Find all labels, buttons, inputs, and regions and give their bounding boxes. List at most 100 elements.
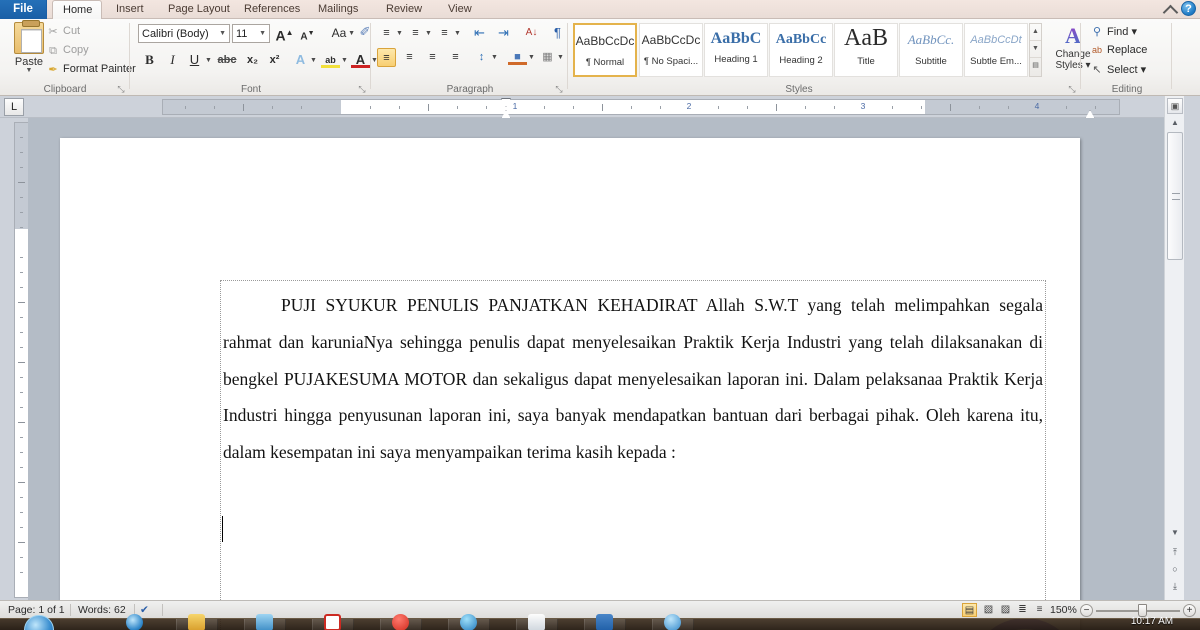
cut-button[interactable]: ✂ Cut — [46, 25, 80, 38]
align-right-button[interactable]: ≡ — [423, 48, 442, 67]
tab-home[interactable]: Home — [52, 0, 102, 20]
internet-explorer-icon[interactable] — [126, 614, 143, 630]
multilevel-dropdown-arrow[interactable]: ▼ — [454, 24, 461, 43]
bullets-button[interactable]: ≡ — [377, 24, 396, 43]
next-page-button[interactable]: ⤓ — [1167, 579, 1183, 594]
clipboard-dialog-launcher[interactable]: ⤡ — [116, 84, 126, 94]
tab-file[interactable]: File — [0, 0, 47, 19]
document-paragraph[interactable]: PUJI SYUKUR PENULIS PANJATKAN KEHADIRAT … — [221, 281, 1045, 471]
styles-dialog-launcher[interactable]: ⤡ — [1067, 84, 1077, 94]
scrollbar-thumb[interactable] — [1167, 132, 1183, 260]
bold-button[interactable]: B — [140, 51, 159, 70]
tab-page-layout[interactable]: Page Layout — [158, 0, 240, 19]
paste-button[interactable]: Paste ▼ — [8, 20, 50, 74]
browser-icon[interactable] — [460, 614, 477, 630]
shrink-font-button[interactable]: A▼ — [298, 25, 317, 44]
tab-references[interactable]: References — [234, 0, 310, 19]
horizontal-ruler[interactable]: 1 2 3 4 — [162, 98, 1120, 123]
help-icon[interactable]: ? — [1181, 1, 1196, 16]
tab-insert[interactable]: Insert — [106, 0, 154, 19]
first-line-indent-marker[interactable] — [501, 98, 511, 107]
styles-scroll-up-button[interactable]: ▲ — [1030, 24, 1041, 41]
app-icon[interactable] — [664, 614, 681, 630]
tab-view[interactable]: View — [438, 0, 482, 19]
view-web-layout-button[interactable]: ▨ — [998, 603, 1013, 617]
view-draft-button[interactable]: ≡ — [1032, 603, 1047, 617]
previous-page-button[interactable]: ⤒ — [1167, 545, 1183, 560]
underline-dropdown-arrow[interactable]: ▼ — [205, 51, 212, 70]
align-left-button[interactable]: ≡ — [377, 48, 396, 67]
sort-button[interactable]: A↓ — [522, 24, 541, 43]
view-full-screen-reading-button[interactable]: ▧ — [981, 603, 996, 617]
tab-mailings[interactable]: Mailings — [308, 0, 368, 19]
view-outline-button[interactable]: ≣ — [1015, 603, 1030, 617]
zoom-level[interactable]: 150% — [1050, 603, 1077, 617]
vertical-ruler[interactable] — [14, 122, 29, 598]
decrease-indent-button[interactable]: ⇤ — [470, 24, 489, 43]
superscript-button[interactable]: x² — [265, 51, 284, 70]
subscript-button[interactable]: x₂ — [243, 51, 262, 70]
tab-stop-selector[interactable]: L — [4, 98, 24, 116]
vertical-scrollbar[interactable]: ▣ ▲ ▼ ⤒ ○ ⤓ — [1164, 96, 1184, 600]
multilevel-list-button[interactable]: ≡ — [435, 24, 454, 43]
align-center-button[interactable]: ≡ — [400, 48, 419, 67]
folder-icon[interactable] — [188, 614, 205, 630]
line-spacing-dropdown-arrow[interactable]: ▼ — [491, 48, 498, 67]
paste-dropdown-arrow[interactable]: ▼ — [8, 67, 50, 74]
strikethrough-button[interactable]: abc — [215, 51, 239, 70]
style-heading-1[interactable]: AaBbC Heading 1 — [704, 23, 768, 77]
chevron-down-icon[interactable]: ▼ — [259, 25, 266, 43]
style-heading-2[interactable]: AaBbCc Heading 2 — [769, 23, 833, 77]
numbering-dropdown-arrow[interactable]: ▼ — [425, 24, 432, 43]
style-title[interactable]: AaB Title — [834, 23, 898, 77]
highlight-button[interactable]: ab — [321, 51, 340, 68]
line-spacing-button[interactable]: ↕ — [472, 48, 491, 67]
document-page[interactable]: PUJI SYUKUR PENULIS PANJATKAN KEHADIRAT … — [60, 138, 1080, 630]
corel-icon[interactable] — [324, 614, 341, 630]
zoom-out-button[interactable]: − — [1080, 604, 1093, 617]
scroll-down-button[interactable]: ▼ — [1167, 526, 1183, 540]
word-count[interactable]: Words: 62 — [78, 603, 126, 617]
bullets-dropdown-arrow[interactable]: ▼ — [396, 24, 403, 43]
shading-dropdown-arrow[interactable]: ▼ — [528, 48, 535, 67]
underline-button[interactable]: U — [185, 51, 204, 70]
style-normal[interactable]: AaBbCcDc ¶ Normal — [573, 23, 637, 77]
copy-button[interactable]: ⧉ Copy — [46, 44, 89, 58]
numbering-button[interactable]: ≡ — [406, 24, 425, 43]
change-case-button[interactable]: Aa ▼ — [327, 24, 355, 43]
borders-button[interactable]: ▦ — [538, 48, 557, 67]
replace-button[interactable]: ab Replace — [1090, 44, 1147, 56]
highlight-dropdown-arrow[interactable]: ▼ — [341, 51, 348, 70]
opera-icon[interactable] — [392, 614, 409, 630]
borders-dropdown-arrow[interactable]: ▼ — [557, 48, 564, 67]
select-browse-object-button[interactable]: ▣ — [1167, 98, 1183, 114]
browse-object-button[interactable]: ○ — [1167, 562, 1183, 577]
document-canvas[interactable]: PUJI SYUKUR PENULIS PANJATKAN KEHADIRAT … — [28, 118, 1164, 630]
styles-scroll-down-button[interactable]: ▼ — [1030, 41, 1041, 58]
view-print-layout-button[interactable]: ▤ — [962, 603, 977, 617]
styles-more-button[interactable]: ▤ — [1030, 58, 1041, 75]
proofing-status-icon[interactable]: ✔ — [140, 603, 149, 617]
system-clock[interactable]: 10:17 AM — [1124, 615, 1180, 629]
increase-indent-button[interactable]: ⇥ — [494, 24, 513, 43]
zoom-in-button[interactable]: + — [1183, 604, 1196, 617]
font-color-button[interactable]: A — [351, 51, 370, 68]
window-icon[interactable] — [256, 614, 273, 630]
format-painter-button[interactable]: ✒ Format Painter — [46, 63, 135, 76]
font-name-combo[interactable]: Calibri (Body) ▼ — [138, 24, 230, 43]
select-button[interactable]: ↖ Select ▾ — [1090, 63, 1146, 76]
scroll-up-button[interactable]: ▲ — [1167, 116, 1183, 130]
font-size-combo[interactable]: 11 ▼ — [232, 24, 270, 43]
shading-button[interactable]: ■ — [508, 48, 527, 65]
tab-review[interactable]: Review — [376, 0, 432, 19]
start-button-icon[interactable] — [24, 615, 54, 630]
styles-gallery-scrollbar[interactable]: ▲ ▼ ▤ — [1029, 23, 1042, 77]
word-icon[interactable] — [596, 614, 613, 630]
grow-font-button[interactable]: A▲ — [275, 24, 294, 44]
collapse-ribbon-icon[interactable] — [1163, 2, 1177, 16]
explorer-window-icon[interactable] — [528, 614, 545, 630]
chevron-down-icon[interactable]: ▼ — [219, 25, 226, 43]
text-effects-dropdown-arrow[interactable]: ▼ — [310, 51, 317, 70]
paragraph-dialog-launcher[interactable]: ⤡ — [554, 84, 564, 94]
find-button[interactable]: ⚲ Find ▾ — [1090, 25, 1137, 38]
